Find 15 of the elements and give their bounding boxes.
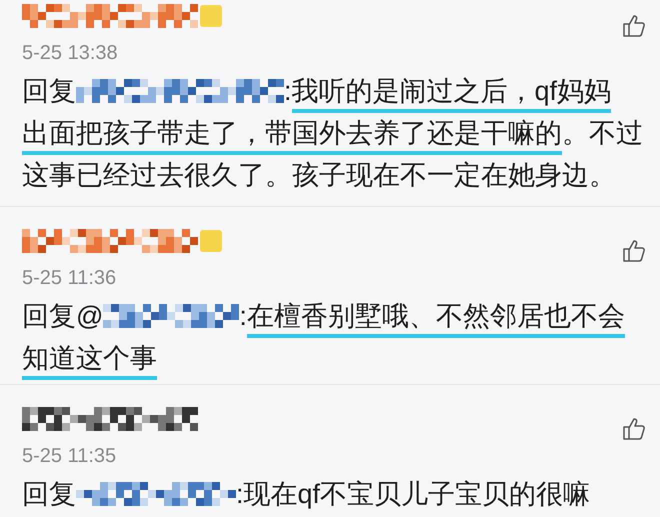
thumbs-up-icon[interactable]: [622, 14, 646, 38]
thumbs-up-icon[interactable]: [622, 417, 646, 441]
comment-text: :我听的是闹过之后，qf妈妈: [284, 70, 612, 112]
reply-label: 回复@: [22, 300, 104, 333]
reply-label: 回复: [22, 75, 76, 108]
comment-time: 5-25 13:38: [22, 41, 118, 66]
comment-text: 出面把孩子带走了，带国外去养了还是干嘛的。不过: [22, 112, 643, 154]
thumbs-up-icon[interactable]: [622, 239, 646, 263]
comment-time: 5-25 11:36: [22, 266, 116, 291]
comment-text: :现在qf不宝贝儿子宝贝的很嘛: [236, 478, 590, 511]
comment-text: :在檀香别墅哦、不然邻居也不会: [239, 295, 625, 337]
reply-label: 回复: [22, 478, 76, 511]
comment-text: 知道这个事: [22, 337, 157, 379]
comment-time: 5-25 11:35: [22, 444, 116, 469]
comment-text: 这事已经过去很久了。孩子现在不一定在她身边。: [22, 159, 616, 192]
